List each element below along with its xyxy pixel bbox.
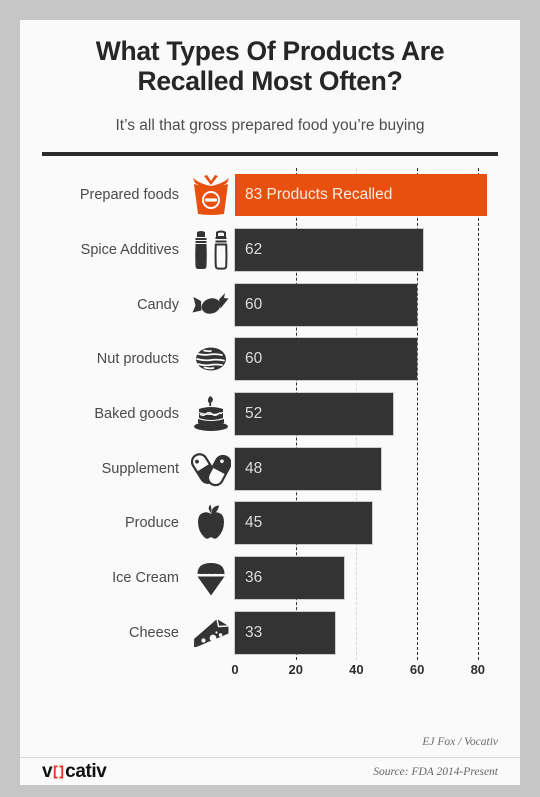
axis-tick-20: 20 <box>288 661 303 677</box>
logo-post: cativ <box>65 760 107 782</box>
bar-track: 60 <box>235 277 498 332</box>
bar-track: 33 <box>235 605 498 660</box>
bar-value-label: 45 <box>245 514 263 532</box>
footer: v cativ Source: FDA 2014-Present <box>20 758 520 785</box>
bar[interactable]: 62 <box>235 228 424 271</box>
category-label: Prepared foods <box>79 187 179 204</box>
page-title: What Types Of Products Are Recalled Most… <box>95 36 445 97</box>
category-label: Candy <box>137 296 179 313</box>
salt-pepper-shakers-icon <box>187 228 235 272</box>
apple-icon <box>187 501 235 545</box>
bar-value-label: 62 <box>245 240 263 258</box>
category-label: Produce <box>124 515 179 532</box>
category-label: Spice Additives <box>80 241 179 258</box>
ice-cream-cone-icon <box>187 556 235 600</box>
infographic-card: What Types Of Products Are Recalled Most… <box>20 20 520 785</box>
x-axis: 0 20 40 60 80 <box>42 662 498 686</box>
bar-value-label: 83 Products Recalled <box>245 186 393 204</box>
bar[interactable]: 36 <box>235 556 345 599</box>
bar[interactable]: 83 Products Recalled <box>235 174 487 217</box>
bar-row[interactable]: Supplement 48 <box>42 441 498 496</box>
pills-icon <box>187 447 235 491</box>
bar-row[interactable]: Nut products 60 <box>42 332 498 387</box>
category-label: Cheese <box>129 624 179 641</box>
bar-row[interactable]: Cheese 33 <box>42 605 498 660</box>
bar-value-label: 33 <box>245 623 263 641</box>
bar-track: 83 Products Recalled <box>235 168 498 223</box>
axis-tick-80: 80 <box>470 661 486 677</box>
credit-line: EJ Fox / Vocativ <box>422 736 498 748</box>
bar-row[interactable]: Prepared foods 83 Products Recalled <box>42 168 498 223</box>
bar-track: 52 <box>235 387 498 442</box>
plot-area: Prepared foods 83 Products Recalled Spice… <box>42 167 498 660</box>
bar[interactable]: 48 <box>235 447 381 490</box>
axis-tick-0: 0 <box>231 661 239 677</box>
category-label: Supplement <box>101 460 179 477</box>
bar-row[interactable]: Ice Cream 36 <box>42 551 498 606</box>
bar-chart: Prepared foods 83 Products Recalled Spice… <box>42 156 498 686</box>
bar[interactable]: 60 <box>235 338 418 381</box>
bar[interactable]: 60 <box>235 283 418 326</box>
logo-pre: v <box>42 760 53 782</box>
bar[interactable]: 45 <box>235 502 372 545</box>
bar-track: 48 <box>235 441 498 496</box>
cheese-wedge-icon <box>187 611 235 655</box>
page-subtitle: It’s all that gross prepared food you’re… <box>115 116 425 134</box>
candy-icon <box>187 283 235 327</box>
bar-track: 62 <box>235 223 498 278</box>
axis-tick-40: 40 <box>349 661 364 677</box>
vocativ-logo[interactable]: v cativ <box>42 760 107 783</box>
bar-rows: Prepared foods 83 Products Recalled Spice… <box>42 168 498 660</box>
bar-value-label: 36 <box>245 568 263 586</box>
bar-track: 45 <box>235 496 498 551</box>
bar-value-label: 48 <box>245 459 263 477</box>
category-label: Nut products <box>96 351 179 368</box>
bar-value-label: 60 <box>245 350 263 368</box>
bar-row[interactable]: Spice Additives 62 <box>42 223 498 278</box>
bar-row[interactable]: Baked goods 52 <box>42 387 498 442</box>
bar-track: 36 <box>235 551 498 606</box>
bar[interactable]: 52 <box>235 392 393 435</box>
category-label: Ice Cream <box>112 569 179 586</box>
axis-tick-60: 60 <box>409 661 425 677</box>
takeout-box-icon <box>187 173 235 217</box>
bar-value-label: 52 <box>245 404 263 422</box>
header: What Types Of Products Are Recalled Most… <box>20 20 520 156</box>
walnut-icon <box>187 337 235 381</box>
bar-track: 60 <box>235 332 498 387</box>
category-label: Baked goods <box>94 405 179 422</box>
source-note: Source: FDA 2014-Present <box>373 765 498 778</box>
bar[interactable]: 33 <box>235 611 336 654</box>
bar-row[interactable]: Candy 60 <box>42 277 498 332</box>
bar-value-label: 60 <box>245 295 263 313</box>
bar-row[interactable]: Produce 45 <box>42 496 498 551</box>
cake-icon <box>187 392 235 436</box>
logo-bracket-icon <box>53 765 64 779</box>
